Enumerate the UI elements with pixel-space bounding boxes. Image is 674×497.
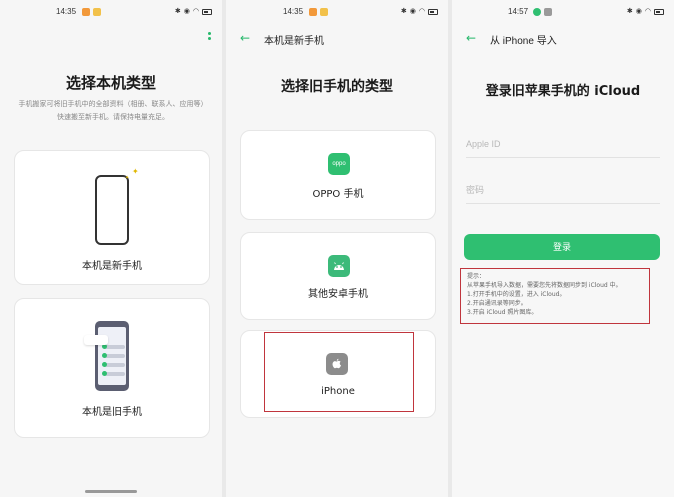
nav-bar: ← 本机是新手机: [240, 30, 438, 48]
page-title: 选择本机类型: [65, 74, 156, 92]
bluetooth-icon: ✱: [174, 7, 181, 15]
status-time: 14:35: [56, 7, 77, 16]
system-icons: ✱ ◉ ◠: [627, 7, 664, 16]
notification-icon: [309, 8, 317, 16]
android-icon: [328, 255, 350, 277]
card-label: 本机是新手机: [82, 261, 142, 272]
screen-icloud-login: 14:57 ✱ ◉ ◠ ← 从 iPhone 导入 登录旧苹果手机的 iClou…: [452, 0, 674, 497]
battery-icon: [654, 8, 664, 15]
status-bar: 14:35 ✱ ◉ ◠: [0, 7, 222, 21]
wifi-icon: ◠: [644, 7, 651, 15]
hint-line: 1.打开手机中的设置，进入 iCloud。: [467, 291, 566, 298]
nfc-icon: ◉: [183, 7, 190, 15]
screen-select-old-phone-type: 14:35 ✱ ◉ ◠ ← 本机是新手机 选择旧手机的类型 oppo OPPO …: [226, 0, 448, 497]
hint-box: 提示： 从苹果手机导入数据，需要您先将数据同步到 iCloud 中。 1.打开手…: [460, 268, 650, 324]
page-description: 手机搬家可将旧手机中的全部资料（相册、联系人、应用等）快速搬至新手机。请保持电量…: [18, 100, 208, 121]
highlight-box: [264, 332, 414, 412]
notification-icon: [544, 8, 552, 16]
page-title: 选择旧手机的类型: [281, 79, 393, 95]
nav-bar: ← 从 iPhone 导入: [466, 30, 664, 48]
system-icons: ✱ ◉ ◠: [401, 7, 438, 16]
hint-line: 3.开启 iCloud 照片图库。: [467, 309, 538, 316]
card-old-phone[interactable]: 本机是旧手机: [14, 298, 210, 438]
hint-line: 2.开启通讯录等同步。: [467, 300, 527, 307]
card-label: OPPO 手机: [312, 189, 364, 200]
back-arrow-icon[interactable]: ←: [240, 30, 250, 46]
card-android-phone[interactable]: 其他安卓手机: [240, 232, 436, 320]
card-new-phone[interactable]: ✦ ✦ 本机是新手机: [14, 150, 210, 285]
battery-icon: [202, 8, 212, 15]
hint-heading: 提示：: [467, 273, 486, 280]
card-label: 其他安卓手机: [308, 289, 368, 300]
card-oppo-phone[interactable]: oppo OPPO 手机: [240, 130, 436, 220]
status-time: 14:35: [283, 7, 304, 16]
notification-icon: [82, 8, 90, 16]
battery-icon: [428, 8, 438, 15]
wifi-icon: ◠: [192, 7, 199, 15]
card-label: 本机是旧手机: [82, 407, 142, 418]
nav-title: 从 iPhone 导入: [490, 36, 557, 47]
system-icons: ✱ ◉ ◠: [175, 7, 212, 16]
bluetooth-icon: ✱: [400, 7, 407, 15]
sparkle-icon: ✦: [132, 167, 139, 176]
sparkle-icon: ✦: [125, 175, 130, 181]
apple-id-input[interactable]: [466, 130, 660, 157]
wifi-icon: ◠: [418, 7, 425, 15]
page-title: 登录旧苹果手机的 iCloud: [485, 84, 641, 99]
password-input[interactable]: [466, 176, 660, 203]
bluetooth-icon: ✱: [626, 7, 633, 15]
screen-select-device-type: 14:35 ✱ ◉ ◠ 选择本机类型 手机搬家可将旧手机中的全部资料（相册、联系…: [0, 0, 222, 497]
new-phone-icon: [95, 175, 129, 245]
apple-id-field[interactable]: [466, 130, 660, 158]
status-time: 14:57: [508, 7, 529, 16]
password-field[interactable]: [466, 176, 660, 204]
more-vertical-icon[interactable]: [208, 32, 212, 44]
notification-icon: [93, 8, 101, 16]
hint-line: 从苹果手机导入数据，需要您先将数据同步到 iCloud 中。: [467, 282, 622, 289]
status-bar: 14:35 ✱ ◉ ◠: [226, 7, 448, 21]
old-phone-icon: [95, 321, 129, 391]
transfer-bubble-icon: [84, 335, 108, 345]
login-button[interactable]: 登录: [464, 234, 660, 260]
notification-icon: [320, 8, 328, 16]
nfc-icon: ◉: [635, 7, 642, 15]
nfc-icon: ◉: [409, 7, 416, 15]
back-arrow-icon[interactable]: ←: [466, 30, 476, 46]
nav-title: 本机是新手机: [264, 36, 324, 47]
home-indicator: [85, 490, 137, 493]
notification-icon: [533, 8, 541, 16]
oppo-icon: oppo: [328, 153, 350, 175]
status-bar: 14:57 ✱ ◉ ◠: [452, 7, 674, 21]
